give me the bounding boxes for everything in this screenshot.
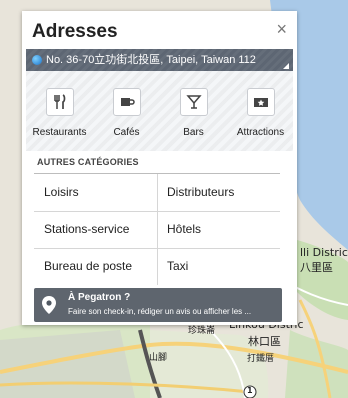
ticket-star-icon [246, 88, 275, 116]
checkin-prompt[interactable]: À Pegatron ? Faire son check-in, rédiger… [34, 288, 282, 322]
map-label-bali: 八里區 [300, 261, 333, 274]
location-pin-icon [42, 296, 56, 319]
category-label: Attractions [236, 127, 285, 138]
category-bureau-de-poste[interactable]: Bureau de poste [34, 248, 157, 285]
current-address-bar[interactable]: No. 36-70立功街北投區, Taipei, Taiwan 112 [26, 49, 293, 71]
category-bars[interactable]: Bars [160, 71, 227, 151]
current-address-text: No. 36-70立功街北投區, Taipei, Taiwan 112 [46, 54, 256, 66]
checkin-description: Faire son check-in, rédiger un avis ou a… [68, 307, 252, 316]
highway-shield-label: 1 [247, 386, 253, 395]
category-label: Restaurants [32, 127, 87, 138]
category-attractions[interactable]: Attractions [227, 71, 294, 151]
category-stations-service[interactable]: Stations-service [34, 211, 157, 248]
other-categories-heading: AUTRES CATÉGORIES [37, 157, 139, 167]
coffee-cup-icon [112, 88, 141, 116]
map-label-shanjiao: 山腳 [149, 353, 168, 363]
map-label-datiecuo: 打鐵厝 [247, 354, 275, 364]
category-restaurants[interactable]: Restaurants [26, 71, 93, 151]
map-label-linkou: 林口區 [248, 335, 281, 348]
map-label-district: lli District [300, 246, 348, 259]
category-hotels[interactable]: Hôtels [157, 211, 280, 248]
category-label: Bars [183, 127, 204, 138]
category-taxi[interactable]: Taxi [157, 248, 280, 285]
checkin-title: À Pegatron ? [68, 292, 131, 303]
category-distributeurs[interactable]: Distributeurs [157, 174, 280, 211]
panel-title: Adresses [32, 21, 118, 42]
category-label: Cafés [113, 127, 140, 138]
globe-icon [32, 55, 42, 65]
close-button[interactable]: × [276, 19, 287, 39]
corner-arrow-icon [283, 63, 289, 69]
category-strip: Restaurants Cafés Bars Attractions [26, 71, 293, 151]
addresses-panel: Adresses × No. 36-70立功街北投區, Taipei, Taiw… [22, 11, 297, 325]
column-divider [157, 174, 158, 285]
category-cafes[interactable]: Cafés [93, 71, 160, 151]
category-loisirs[interactable]: Loisirs [34, 174, 157, 211]
cocktail-glass-icon [179, 88, 208, 116]
fork-knife-icon [45, 88, 74, 116]
